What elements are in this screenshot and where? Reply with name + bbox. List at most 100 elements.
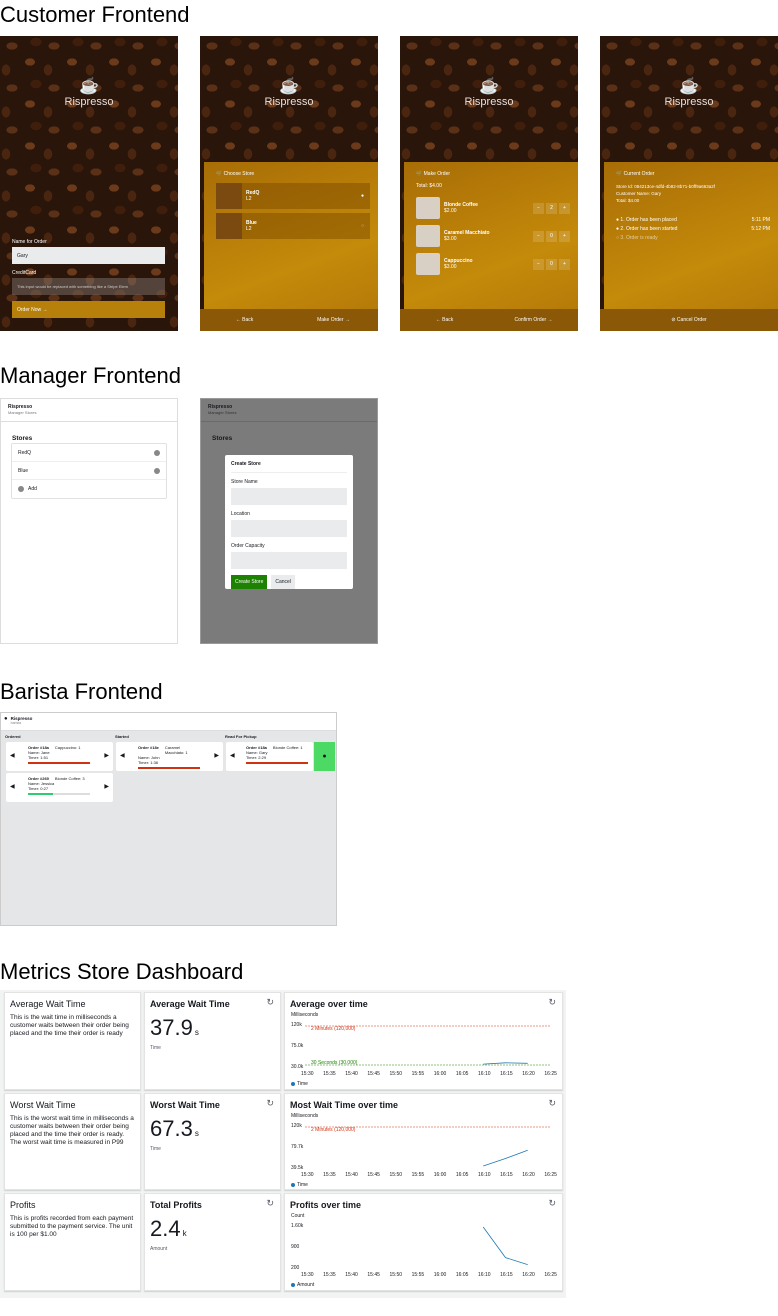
refresh-icon[interactable]: ↻	[548, 997, 556, 1008]
customer-screen-current-order: ☕ Rispresso 🛒 Current Order Store Id: 084…	[600, 36, 778, 331]
order-item: Blonde Coffee: 1	[272, 745, 303, 750]
create-store-button[interactable]: Create Store	[231, 575, 268, 589]
back-button[interactable]: ← Back	[200, 317, 289, 323]
chart-plot	[482, 1226, 528, 1265]
make-order-button[interactable]: Make Order →	[289, 317, 378, 323]
plus-icon[interactable]: +	[559, 230, 570, 242]
forward-arrow-icon[interactable]: ▶	[104, 752, 109, 759]
minus-icon[interactable]: −	[533, 230, 544, 242]
quantity-stepper[interactable]: −0 +	[533, 230, 570, 242]
timer-bar	[138, 767, 200, 769]
back-arrow-icon[interactable]: ◀	[230, 752, 235, 759]
column-ordered: Ordered	[5, 734, 21, 739]
chart-legend: Time	[291, 1182, 308, 1188]
bottom-nav: ← Back Make Order →	[200, 309, 378, 331]
chart-title: Most Wait Time over time	[290, 1100, 399, 1110]
card-title: Profits	[10, 1200, 36, 1210]
store-option[interactable]: Blue L2 ○	[216, 213, 370, 239]
description-card: Worst Wait Time This is the worst wait t…	[4, 1093, 141, 1190]
remove-icon[interactable]	[154, 449, 160, 456]
description-card: Profits This is profits recorded from ea…	[4, 1193, 141, 1291]
refresh-icon[interactable]: ↻	[266, 997, 274, 1008]
add-icon	[18, 486, 24, 492]
bottom-nav: ← Back Confirm Order →	[400, 309, 578, 331]
x-axis-ticks: 15:30 15:35 15:40 15:45 15:50 15:55 16:00 16:05…	[301, 1172, 557, 1178]
complete-order-button[interactable]: ●	[314, 742, 335, 771]
quantity-value: 0	[546, 258, 557, 270]
name-input[interactable]: Gary	[12, 247, 165, 264]
step-row: ● 2. Order has been started 5:12 PM	[616, 226, 770, 232]
store-list-item[interactable]: Blue	[12, 462, 166, 480]
card-description: This is profits recorded from each payme…	[10, 1215, 134, 1238]
y-axis-label: Milliseconds	[291, 1113, 319, 1119]
add-store-button[interactable]: Add	[12, 480, 166, 498]
refresh-icon[interactable]: ↻	[266, 1098, 274, 1109]
chart-title: Average over time	[290, 999, 368, 1009]
forward-arrow-icon[interactable]: ▶	[104, 783, 109, 790]
back-arrow-icon[interactable]: ◀	[120, 752, 125, 759]
order-now-button[interactable]: Order Now →	[12, 301, 165, 318]
back-arrow-icon[interactable]: ◀	[10, 752, 15, 759]
location-input[interactable]	[231, 520, 347, 537]
timer-bar	[246, 762, 308, 764]
chart-card: Most Wait Time over time ↻ Milliseconds …	[284, 1093, 563, 1190]
check-circle-icon: ●	[322, 753, 327, 760]
order-total: Total: $4.00	[616, 198, 640, 203]
order-number: Order #18e	[138, 745, 159, 750]
cancel-order-button[interactable]: ⊘ Cancel Order	[600, 317, 778, 323]
confirm-order-button[interactable]: Confirm Order →	[489, 317, 578, 323]
cancel-button[interactable]: Cancel	[271, 575, 295, 589]
barista-board: ● Rispresso barista Ordered Started Read …	[0, 712, 337, 926]
refresh-icon[interactable]: ↻	[548, 1098, 556, 1109]
timer-bar	[28, 762, 90, 764]
store-name-input[interactable]	[231, 488, 347, 505]
refresh-icon[interactable]: ↻	[548, 1198, 556, 1209]
stores-heading: Stores	[212, 435, 233, 442]
card-title: Worst Wait Time	[150, 1100, 220, 1110]
store-list-item[interactable]: RedQ	[12, 444, 166, 462]
minus-icon[interactable]: −	[533, 202, 544, 214]
menu-item: Caramel Macchiato $3.00 −0 +	[416, 225, 570, 247]
order-capacity-input[interactable]	[231, 552, 347, 569]
credit-card-input[interactable]: This input would be replaced with someth…	[12, 278, 165, 295]
back-button[interactable]: ← Back	[400, 317, 489, 323]
remove-icon[interactable]	[154, 467, 160, 474]
order-item: Blonde Coffee: 3	[54, 776, 85, 781]
coffee-cup-icon: ☕	[679, 78, 699, 95]
chart-card: Average over time ↻ Milliseconds 120k 75…	[284, 992, 563, 1090]
column-ready: Read For Pickup	[225, 734, 257, 739]
order-info: Store Id: 084213ce-4dfd-4b82-8b71-b0ff9a…	[604, 177, 778, 204]
section-title-manager: Manager Frontend	[0, 363, 181, 388]
store-name-label: Store Name	[231, 479, 258, 485]
order-total: Total: $4.00	[416, 183, 442, 189]
panel-title: 🛒 Current Order	[616, 171, 655, 177]
brand-logo: ☕ Rispresso	[600, 78, 778, 108]
section-title-customer: Customer Frontend	[0, 2, 190, 27]
store-option[interactable]: RedQ L2 ●	[216, 183, 370, 209]
y-tick: 39.5k	[291, 1165, 304, 1171]
stores-list: RedQ Blue Add	[11, 443, 167, 499]
customer-screen-make-order: ☕ Rispresso 🛒 Make Order Total: $4.00 Blo…	[400, 36, 578, 331]
menu-icon[interactable]: ●	[4, 716, 8, 730]
plus-icon[interactable]: +	[559, 202, 570, 214]
y-tick: 120k	[291, 1123, 302, 1129]
quantity-stepper[interactable]: −2 +	[533, 202, 570, 214]
forward-arrow-icon[interactable]: ▶	[214, 752, 219, 759]
quantity-stepper[interactable]: −0 +	[533, 258, 570, 270]
kpi-value: 67.3 s	[150, 1116, 199, 1141]
plus-icon[interactable]: +	[559, 258, 570, 270]
back-arrow-icon[interactable]: ◀	[10, 783, 15, 790]
kpi-label: Time	[150, 1045, 161, 1051]
menu-item: Blonde Coffee $2.00 −2 +	[416, 197, 570, 219]
check-icon: ●	[360, 193, 364, 199]
card-description: This is the wait time in milliseconds a …	[10, 1014, 129, 1037]
item-price: $2.00	[444, 208, 457, 214]
customer-screen-order-form: ☕ Rispresso Name for Order Gary CreditCar…	[0, 36, 178, 331]
y-tick: 30.0k	[291, 1064, 304, 1070]
y-tick: 79.7k	[291, 1144, 304, 1150]
refresh-icon[interactable]: ↻	[266, 1198, 274, 1209]
x-axis-ticks: 15:30 15:35 15:40 15:45 15:50 15:55 16:00 16:05…	[301, 1071, 557, 1077]
minus-icon[interactable]: −	[533, 258, 544, 270]
series-line-amount	[482, 1226, 528, 1265]
kpi-card: Average Wait Time ↻ 37.9 s Time	[144, 992, 281, 1090]
